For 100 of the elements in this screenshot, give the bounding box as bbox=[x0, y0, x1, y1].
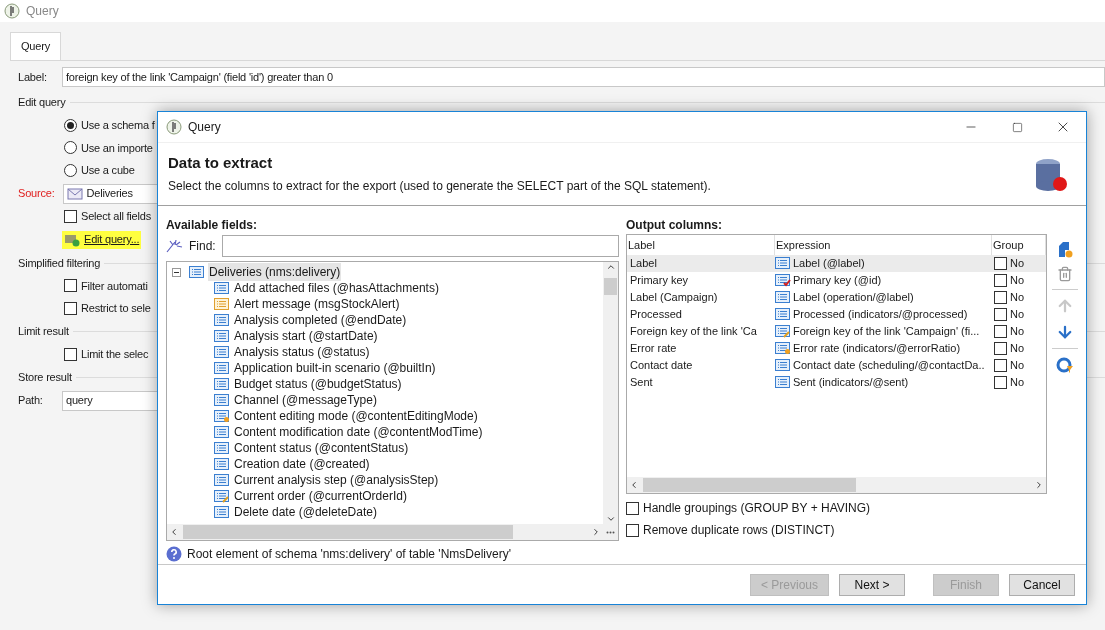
checkbox[interactable] bbox=[626, 501, 639, 515]
tree-item[interactable]: Channel (@messageType) bbox=[233, 391, 378, 409]
tree-item[interactable]: Add attached files (@hasAttachments) bbox=[233, 279, 440, 297]
app-logo-icon bbox=[166, 119, 182, 135]
scroll-left-icon[interactable] bbox=[629, 480, 639, 490]
list-gear-icon bbox=[214, 409, 230, 423]
radio-button[interactable] bbox=[64, 141, 77, 155]
dialog-heading: Data to extract bbox=[168, 153, 274, 173]
scroll-thumb[interactable] bbox=[183, 525, 513, 539]
wizard-button[interactable]: Next > bbox=[839, 573, 905, 596]
checkbox-label: Restrict to sele bbox=[81, 301, 151, 316]
table-cell-text: Sent bbox=[629, 375, 654, 391]
dialog-title: Query bbox=[188, 119, 222, 136]
source-value: Deliveries bbox=[86, 186, 133, 202]
checkbox[interactable] bbox=[64, 210, 77, 223]
scroll-right-icon[interactable] bbox=[1034, 480, 1044, 490]
checkbox[interactable] bbox=[994, 257, 1007, 270]
checkbox[interactable] bbox=[64, 301, 77, 315]
table-cell-text: Contact date (scheduling/@contactDa.. bbox=[793, 358, 985, 374]
table-cell-text: No bbox=[1010, 341, 1025, 357]
table-row[interactable]: Foreign key of the link 'Ca Foreign key of the link 'Campaign' (fi... No bbox=[627, 323, 1046, 340]
table-row[interactable]: Label Label (@label) No bbox=[627, 255, 1046, 272]
checkbox[interactable] bbox=[64, 279, 77, 293]
radio-label: Use a schema f bbox=[81, 118, 155, 133]
checkbox[interactable] bbox=[994, 325, 1007, 338]
scroll-thumb[interactable] bbox=[643, 478, 856, 492]
table-cell-text: Contact date bbox=[629, 358, 694, 374]
table-cell-text: Error rate (indicators/@errorRatio) bbox=[793, 341, 961, 357]
tree-item[interactable]: Analysis completed (@endDate) bbox=[233, 311, 408, 329]
find-label: Find: bbox=[189, 238, 216, 255]
checkbox[interactable] bbox=[994, 274, 1007, 287]
list-key-icon bbox=[775, 325, 791, 338]
scroll-up-icon[interactable] bbox=[605, 262, 616, 272]
tree-item[interactable]: Creation date (@created) bbox=[233, 455, 371, 473]
table-row[interactable]: Contact date Contact date (scheduling/@contactDa.. No bbox=[627, 357, 1046, 374]
database-icon bbox=[1034, 158, 1068, 194]
vertical-scrollbar[interactable] bbox=[603, 262, 618, 524]
horizontal-scrollbar[interactable] bbox=[167, 524, 603, 540]
tree-item[interactable]: Content editing mode (@contentEditingMode) bbox=[233, 407, 479, 425]
tree-item[interactable]: Deliveries (nms:delivery) bbox=[208, 263, 342, 281]
table-row[interactable]: Primary key Primary key (@id) No bbox=[627, 272, 1046, 289]
label-field[interactable]: foreign key of the link 'Campaign' (field 'id') greater than 0 bbox=[62, 67, 1105, 87]
move-down-icon[interactable] bbox=[1056, 323, 1074, 341]
table-cell-text: Primary key bbox=[629, 273, 690, 289]
table-row[interactable]: Label (Campaign) Label (operation/@label) No bbox=[627, 289, 1046, 306]
list-icon bbox=[214, 345, 230, 359]
list-icon bbox=[214, 361, 230, 375]
app-logo-icon bbox=[4, 3, 20, 19]
table-row[interactable]: Sent Sent (indicators/@sent) No bbox=[627, 374, 1046, 391]
list-icon bbox=[775, 291, 791, 304]
table-row[interactable]: Processed Processed (indicators/@processed) No bbox=[627, 306, 1046, 323]
list-icon bbox=[214, 457, 230, 471]
tree-item[interactable]: Delete date (@deleteDate) bbox=[233, 503, 378, 521]
tab[interactable]: Query bbox=[10, 32, 61, 60]
tree-item[interactable]: Analysis start (@startDate) bbox=[233, 327, 379, 345]
checkbox[interactable] bbox=[994, 308, 1007, 321]
list-icon bbox=[189, 265, 205, 279]
query-icon bbox=[64, 232, 80, 247]
find-field[interactable] bbox=[221, 235, 619, 257]
tree-item[interactable]: Application built-in scenario (@builtIn) bbox=[233, 359, 437, 377]
ring-funnel-icon[interactable] bbox=[1056, 356, 1074, 374]
info-text: Root element of schema 'nms:delivery' of table 'NmsDelivery' bbox=[187, 546, 511, 563]
checkbox[interactable] bbox=[626, 523, 639, 537]
checkbox[interactable] bbox=[64, 347, 77, 361]
table-cell-text: No bbox=[1010, 273, 1025, 289]
scroll-left-icon[interactable] bbox=[169, 527, 179, 537]
checkbox[interactable] bbox=[994, 359, 1007, 372]
section-title: Output columns: bbox=[626, 218, 723, 232]
checkbox[interactable] bbox=[994, 291, 1007, 304]
tree-item[interactable]: Analysis status (@status) bbox=[233, 343, 371, 361]
tree-item[interactable]: Current order (@currentOrderId) bbox=[233, 487, 408, 505]
table-cell-text: Primary key (@id) bbox=[793, 273, 882, 289]
table-cell-text: Processed bbox=[629, 307, 683, 323]
table-cell-text: Label (@label) bbox=[793, 256, 865, 272]
tree-item[interactable]: Alert message (msgStockAlert) bbox=[233, 295, 401, 313]
table-row[interactable]: Error rate Error rate (indicators/@errorRatio) No bbox=[627, 340, 1046, 357]
table-cell-text: Foreign key of the link 'Ca bbox=[629, 324, 758, 340]
scroll-thumb[interactable] bbox=[604, 278, 617, 295]
collapse-toggle[interactable] bbox=[172, 267, 181, 277]
tree-item[interactable]: Content modification date (@contentModTime) bbox=[233, 423, 484, 441]
radio-button[interactable] bbox=[64, 163, 77, 177]
scroll-right-icon[interactable] bbox=[591, 527, 601, 537]
add-column-icon[interactable] bbox=[1057, 241, 1073, 259]
wand-icon bbox=[166, 239, 183, 253]
tree-item[interactable]: Current analysis step (@analysisStep) bbox=[233, 471, 440, 489]
table-cell-text: No bbox=[1010, 375, 1025, 391]
envelope-icon bbox=[66, 187, 83, 200]
tree-item[interactable]: Budget status (@budgetStatus) bbox=[233, 375, 403, 393]
horizontal-scrollbar[interactable] bbox=[627, 477, 1046, 493]
delete-icon[interactable] bbox=[1057, 266, 1073, 282]
checkbox[interactable] bbox=[994, 376, 1007, 389]
group-heading: Edit query bbox=[18, 95, 66, 111]
checkbox-label: Handle groupings (GROUP BY + HAVING) bbox=[643, 500, 871, 517]
scroll-down-icon[interactable] bbox=[605, 514, 616, 524]
tree-item[interactable]: Content status (@contentStatus) bbox=[233, 439, 410, 457]
wizard-button[interactable]: Cancel bbox=[1009, 573, 1075, 596]
radio-label: Use an importe bbox=[81, 140, 153, 156]
checkbox[interactable] bbox=[994, 342, 1007, 355]
list-icon bbox=[214, 425, 230, 439]
radio-button[interactable] bbox=[64, 118, 77, 132]
